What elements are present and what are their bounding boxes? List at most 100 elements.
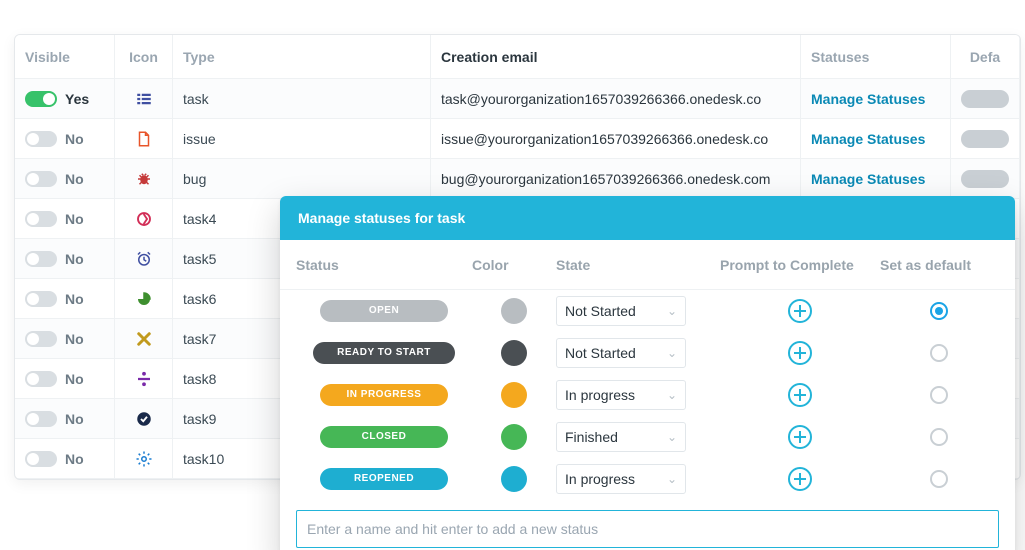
chevron-down-icon: ⌄ [667, 304, 677, 318]
visible-label: No [65, 331, 84, 347]
chevron-down-icon: ⌄ [667, 430, 677, 444]
manage-statuses-link[interactable]: Manage Statuses [811, 91, 925, 107]
col-icon: Icon [115, 35, 173, 78]
visible-label: No [65, 291, 84, 307]
col-default: Defa [951, 35, 1020, 78]
visible-toggle[interactable] [25, 331, 57, 347]
default-radio[interactable] [930, 344, 948, 362]
col-color: Color [472, 257, 556, 273]
bug-icon [135, 170, 153, 188]
visible-toggle[interactable] [25, 291, 57, 307]
pie-icon [135, 290, 153, 308]
creation-email: bug@yourorganization1657039266366.onedes… [431, 159, 801, 198]
gear-icon [135, 450, 153, 468]
col-status: Status [296, 257, 472, 273]
visible-toggle[interactable] [25, 411, 57, 427]
prompt-add-button[interactable] [788, 425, 812, 449]
prompt-add-button[interactable] [788, 383, 812, 407]
col-visible: Visible [15, 35, 115, 78]
status-row: REOPENED In progress ⌄ [280, 458, 1015, 500]
visible-label: No [65, 251, 84, 267]
table-row: No issueissue@yourorganization16570392663… [15, 119, 1020, 159]
state-select[interactable]: In progress ⌄ [556, 380, 686, 410]
col-prompt: Prompt to Complete [720, 257, 880, 273]
visible-label: Yes [65, 91, 89, 107]
color-swatch[interactable] [501, 424, 527, 450]
prompt-add-button[interactable] [788, 467, 812, 491]
color-swatch[interactable] [501, 466, 527, 492]
new-status-input[interactable] [296, 510, 999, 548]
col-creation-email: Creation email [431, 35, 801, 78]
chevron-down-icon: ⌄ [667, 388, 677, 402]
state-value: Not Started [565, 345, 636, 361]
state-select[interactable]: In progress ⌄ [556, 464, 686, 494]
default-radio[interactable] [930, 386, 948, 404]
table-row: No bugbug@yourorganization1657039266366.o… [15, 159, 1020, 199]
state-select[interactable]: Finished ⌄ [556, 422, 686, 452]
check-badge-icon [135, 410, 153, 428]
state-value: Finished [565, 429, 618, 445]
manage-statuses-link[interactable]: Manage Statuses [811, 171, 925, 187]
status-pill[interactable]: IN PROGRESS [320, 384, 448, 406]
close-x-icon [135, 330, 153, 348]
table-row: Yes tasktask@yourorganization165703926636… [15, 79, 1020, 119]
visible-label: No [65, 211, 84, 227]
color-swatch[interactable] [501, 382, 527, 408]
default-pill[interactable] [961, 170, 1009, 188]
col-state: State [556, 257, 720, 273]
visible-toggle[interactable] [25, 91, 57, 107]
manage-statuses-dialog: Manage statuses for task Status Color St… [280, 196, 1015, 550]
visible-label: No [65, 371, 84, 387]
divide-icon [135, 370, 153, 388]
color-swatch[interactable] [501, 298, 527, 324]
manage-statuses-link[interactable]: Manage Statuses [811, 131, 925, 147]
state-value: In progress [565, 387, 635, 403]
file-icon [135, 130, 153, 148]
alarm-icon [135, 250, 153, 268]
visible-toggle[interactable] [25, 211, 57, 227]
default-radio[interactable] [930, 302, 948, 320]
chevron-down-icon: ⌄ [667, 346, 677, 360]
prompt-add-button[interactable] [788, 341, 812, 365]
visible-label: No [65, 451, 84, 467]
dialog-title: Manage statuses for task [280, 196, 1015, 240]
types-table-header-row: Visible Icon Type Creation email Statuse… [15, 35, 1020, 79]
state-select[interactable]: Not Started ⌄ [556, 296, 686, 326]
chevron-down-icon: ⌄ [667, 472, 677, 486]
default-radio[interactable] [930, 428, 948, 446]
visible-toggle[interactable] [25, 451, 57, 467]
creation-email: issue@yourorganization1657039266366.oned… [431, 119, 801, 158]
state-value: In progress [565, 471, 635, 487]
prompt-add-button[interactable] [788, 299, 812, 323]
type-name: task [173, 79, 431, 118]
visible-label: No [65, 171, 84, 187]
col-set-default: Set as default [880, 257, 998, 273]
status-pill[interactable]: REOPENED [320, 468, 448, 490]
state-value: Not Started [565, 303, 636, 319]
visible-toggle[interactable] [25, 171, 57, 187]
default-pill[interactable] [961, 130, 1009, 148]
col-type: Type [173, 35, 431, 78]
creation-email: task@yourorganization1657039266366.onede… [431, 79, 801, 118]
visible-toggle[interactable] [25, 251, 57, 267]
status-row: CLOSED Finished ⌄ [280, 416, 1015, 458]
visible-toggle[interactable] [25, 131, 57, 147]
status-pill[interactable]: READY TO START [313, 342, 455, 364]
color-swatch[interactable] [501, 340, 527, 366]
visible-toggle[interactable] [25, 371, 57, 387]
target-icon [135, 210, 153, 228]
statuses-header-row: Status Color State Prompt to Complete Se… [280, 240, 1015, 290]
state-select[interactable]: Not Started ⌄ [556, 338, 686, 368]
status-row: IN PROGRESS In progress ⌄ [280, 374, 1015, 416]
type-name: bug [173, 159, 431, 198]
visible-label: No [65, 411, 84, 427]
status-pill[interactable]: OPEN [320, 300, 448, 322]
status-pill[interactable]: CLOSED [320, 426, 448, 448]
default-pill[interactable] [961, 90, 1009, 108]
status-row: OPEN Not Started ⌄ [280, 290, 1015, 332]
list-icon [135, 90, 153, 108]
type-name: issue [173, 119, 431, 158]
visible-label: No [65, 131, 84, 147]
status-row: READY TO START Not Started ⌄ [280, 332, 1015, 374]
default-radio[interactable] [930, 470, 948, 488]
